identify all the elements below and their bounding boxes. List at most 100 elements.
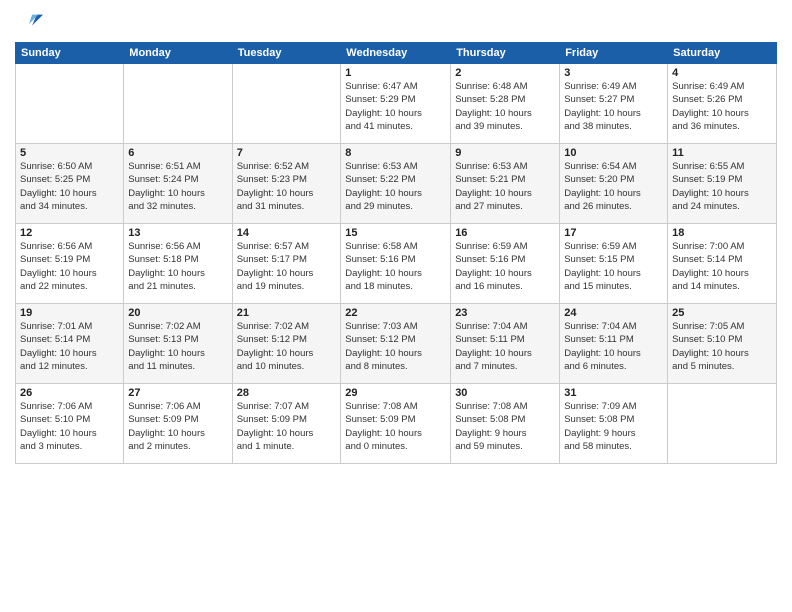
day-info: Sunrise: 6:58 AM Sunset: 5:16 PM Dayligh… [345, 240, 446, 293]
day-cell: 11Sunrise: 6:55 AM Sunset: 5:19 PM Dayli… [668, 144, 777, 224]
day-number: 22 [345, 307, 446, 319]
calendar: SundayMondayTuesdayWednesdayThursdayFrid… [15, 42, 777, 464]
week-row-2: 5Sunrise: 6:50 AM Sunset: 5:25 PM Daylig… [16, 144, 777, 224]
logo [15, 10, 47, 38]
day-cell: 27Sunrise: 7:06 AM Sunset: 5:09 PM Dayli… [124, 384, 232, 464]
day-number: 15 [345, 227, 446, 239]
day-info: Sunrise: 6:56 AM Sunset: 5:18 PM Dayligh… [128, 240, 227, 293]
day-number: 18 [672, 227, 772, 239]
day-cell [124, 64, 232, 144]
day-info: Sunrise: 7:00 AM Sunset: 5:14 PM Dayligh… [672, 240, 772, 293]
day-info: Sunrise: 7:04 AM Sunset: 5:11 PM Dayligh… [564, 320, 663, 373]
day-number: 1 [345, 67, 446, 79]
day-info: Sunrise: 6:51 AM Sunset: 5:24 PM Dayligh… [128, 160, 227, 213]
day-cell [232, 64, 341, 144]
day-info: Sunrise: 7:09 AM Sunset: 5:08 PM Dayligh… [564, 400, 663, 453]
day-cell: 13Sunrise: 6:56 AM Sunset: 5:18 PM Dayli… [124, 224, 232, 304]
day-cell: 24Sunrise: 7:04 AM Sunset: 5:11 PM Dayli… [560, 304, 668, 384]
day-cell [16, 64, 124, 144]
day-info: Sunrise: 6:50 AM Sunset: 5:25 PM Dayligh… [20, 160, 119, 213]
col-header-saturday: Saturday [668, 43, 777, 64]
logo-icon [15, 10, 43, 38]
day-number: 5 [20, 147, 119, 159]
day-number: 2 [455, 67, 555, 79]
day-cell: 10Sunrise: 6:54 AM Sunset: 5:20 PM Dayli… [560, 144, 668, 224]
col-header-tuesday: Tuesday [232, 43, 341, 64]
day-number: 7 [237, 147, 337, 159]
day-info: Sunrise: 7:06 AM Sunset: 5:10 PM Dayligh… [20, 400, 119, 453]
header-row: SundayMondayTuesdayWednesdayThursdayFrid… [16, 43, 777, 64]
day-number: 17 [564, 227, 663, 239]
day-cell: 6Sunrise: 6:51 AM Sunset: 5:24 PM Daylig… [124, 144, 232, 224]
day-info: Sunrise: 7:02 AM Sunset: 5:12 PM Dayligh… [237, 320, 337, 373]
day-info: Sunrise: 7:01 AM Sunset: 5:14 PM Dayligh… [20, 320, 119, 373]
col-header-thursday: Thursday [451, 43, 560, 64]
week-row-5: 26Sunrise: 7:06 AM Sunset: 5:10 PM Dayli… [16, 384, 777, 464]
day-info: Sunrise: 6:59 AM Sunset: 5:16 PM Dayligh… [455, 240, 555, 293]
day-number: 25 [672, 307, 772, 319]
day-cell: 16Sunrise: 6:59 AM Sunset: 5:16 PM Dayli… [451, 224, 560, 304]
day-cell: 20Sunrise: 7:02 AM Sunset: 5:13 PM Dayli… [124, 304, 232, 384]
day-info: Sunrise: 7:04 AM Sunset: 5:11 PM Dayligh… [455, 320, 555, 373]
page: SundayMondayTuesdayWednesdayThursdayFrid… [0, 0, 792, 612]
day-cell: 1Sunrise: 6:47 AM Sunset: 5:29 PM Daylig… [341, 64, 451, 144]
day-info: Sunrise: 6:55 AM Sunset: 5:19 PM Dayligh… [672, 160, 772, 213]
week-row-3: 12Sunrise: 6:56 AM Sunset: 5:19 PM Dayli… [16, 224, 777, 304]
day-info: Sunrise: 7:08 AM Sunset: 5:08 PM Dayligh… [455, 400, 555, 453]
day-info: Sunrise: 7:08 AM Sunset: 5:09 PM Dayligh… [345, 400, 446, 453]
day-cell: 31Sunrise: 7:09 AM Sunset: 5:08 PM Dayli… [560, 384, 668, 464]
day-info: Sunrise: 6:47 AM Sunset: 5:29 PM Dayligh… [345, 80, 446, 133]
day-cell: 12Sunrise: 6:56 AM Sunset: 5:19 PM Dayli… [16, 224, 124, 304]
day-number: 30 [455, 387, 555, 399]
day-cell: 14Sunrise: 6:57 AM Sunset: 5:17 PM Dayli… [232, 224, 341, 304]
day-number: 10 [564, 147, 663, 159]
day-number: 28 [237, 387, 337, 399]
day-number: 11 [672, 147, 772, 159]
day-cell: 7Sunrise: 6:52 AM Sunset: 5:23 PM Daylig… [232, 144, 341, 224]
day-cell: 3Sunrise: 6:49 AM Sunset: 5:27 PM Daylig… [560, 64, 668, 144]
day-info: Sunrise: 6:49 AM Sunset: 5:27 PM Dayligh… [564, 80, 663, 133]
day-cell: 9Sunrise: 6:53 AM Sunset: 5:21 PM Daylig… [451, 144, 560, 224]
day-number: 13 [128, 227, 227, 239]
day-info: Sunrise: 7:05 AM Sunset: 5:10 PM Dayligh… [672, 320, 772, 373]
col-header-monday: Monday [124, 43, 232, 64]
day-number: 9 [455, 147, 555, 159]
day-cell: 8Sunrise: 6:53 AM Sunset: 5:22 PM Daylig… [341, 144, 451, 224]
day-number: 21 [237, 307, 337, 319]
day-number: 14 [237, 227, 337, 239]
day-number: 3 [564, 67, 663, 79]
day-cell: 5Sunrise: 6:50 AM Sunset: 5:25 PM Daylig… [16, 144, 124, 224]
day-cell: 2Sunrise: 6:48 AM Sunset: 5:28 PM Daylig… [451, 64, 560, 144]
day-number: 19 [20, 307, 119, 319]
day-number: 4 [672, 67, 772, 79]
day-info: Sunrise: 6:49 AM Sunset: 5:26 PM Dayligh… [672, 80, 772, 133]
day-number: 29 [345, 387, 446, 399]
day-number: 23 [455, 307, 555, 319]
day-cell: 29Sunrise: 7:08 AM Sunset: 5:09 PM Dayli… [341, 384, 451, 464]
day-cell: 18Sunrise: 7:00 AM Sunset: 5:14 PM Dayli… [668, 224, 777, 304]
day-info: Sunrise: 7:06 AM Sunset: 5:09 PM Dayligh… [128, 400, 227, 453]
day-info: Sunrise: 6:53 AM Sunset: 5:21 PM Dayligh… [455, 160, 555, 213]
day-number: 31 [564, 387, 663, 399]
day-cell: 28Sunrise: 7:07 AM Sunset: 5:09 PM Dayli… [232, 384, 341, 464]
day-info: Sunrise: 6:52 AM Sunset: 5:23 PM Dayligh… [237, 160, 337, 213]
week-row-1: 1Sunrise: 6:47 AM Sunset: 5:29 PM Daylig… [16, 64, 777, 144]
day-number: 26 [20, 387, 119, 399]
day-info: Sunrise: 7:07 AM Sunset: 5:09 PM Dayligh… [237, 400, 337, 453]
day-number: 12 [20, 227, 119, 239]
day-cell [668, 384, 777, 464]
day-info: Sunrise: 6:53 AM Sunset: 5:22 PM Dayligh… [345, 160, 446, 213]
week-row-4: 19Sunrise: 7:01 AM Sunset: 5:14 PM Dayli… [16, 304, 777, 384]
day-cell: 15Sunrise: 6:58 AM Sunset: 5:16 PM Dayli… [341, 224, 451, 304]
day-cell: 22Sunrise: 7:03 AM Sunset: 5:12 PM Dayli… [341, 304, 451, 384]
col-header-wednesday: Wednesday [341, 43, 451, 64]
day-info: Sunrise: 6:54 AM Sunset: 5:20 PM Dayligh… [564, 160, 663, 213]
day-cell: 4Sunrise: 6:49 AM Sunset: 5:26 PM Daylig… [668, 64, 777, 144]
day-cell: 30Sunrise: 7:08 AM Sunset: 5:08 PM Dayli… [451, 384, 560, 464]
day-number: 16 [455, 227, 555, 239]
day-number: 24 [564, 307, 663, 319]
day-cell: 25Sunrise: 7:05 AM Sunset: 5:10 PM Dayli… [668, 304, 777, 384]
day-number: 20 [128, 307, 227, 319]
day-info: Sunrise: 6:57 AM Sunset: 5:17 PM Dayligh… [237, 240, 337, 293]
day-cell: 23Sunrise: 7:04 AM Sunset: 5:11 PM Dayli… [451, 304, 560, 384]
